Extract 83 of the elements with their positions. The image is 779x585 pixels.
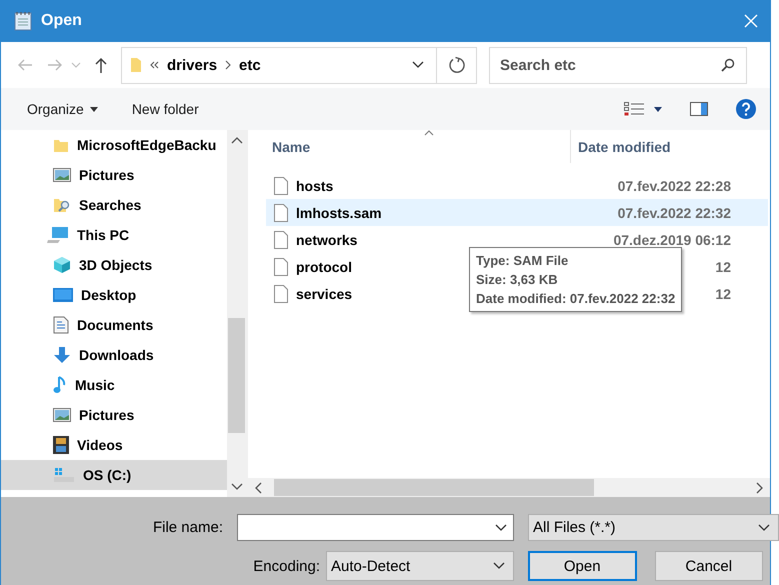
scroll-right-icon[interactable] [756,482,764,494]
picture-icon [53,408,71,422]
folder-search-icon [53,196,71,214]
search-field[interactable]: Search etc [489,46,747,84]
vertical-scrollbar[interactable] [227,130,246,497]
file-row[interactable]: lmhosts.sam 07.fev.2022 22:32 [266,199,768,226]
desktop-icon [53,288,73,302]
up-arrow-icon[interactable] [95,57,107,73]
preview-pane-icon[interactable] [690,102,708,116]
sidebar-item[interactable]: This PC [1,220,227,250]
file-icon [274,230,288,248]
file-icon [274,204,288,222]
picture-icon [53,168,71,182]
dialog-button[interactable]: Open [528,551,636,581]
sidebar-item[interactable]: Documents [1,310,227,340]
window-title: Open [41,12,83,30]
file-name: protocol [296,258,352,274]
date-cell: 07.fev.2022 22:28 [618,178,731,194]
date-cell: 07.dez.2019 06:12 [613,232,731,248]
file-name-field[interactable] [237,514,514,541]
refresh-icon [448,56,466,74]
cube-icon [53,256,71,274]
scroll-up-icon[interactable] [230,136,242,144]
file-name: networks [296,232,358,248]
double-chevron-icon [150,61,159,69]
file-icon [274,284,288,302]
breadcrumb[interactable]: etc [239,56,261,74]
film-icon [53,436,69,454]
column-header[interactable]: Date modified [570,130,671,163]
file-name: hosts [296,178,334,194]
sidebar-item[interactable]: Downloads [1,340,227,370]
music-note-icon [53,376,67,394]
caret-icon[interactable] [654,106,662,112]
sidebar-item[interactable]: Videos [1,430,227,460]
folder-icon [130,57,142,73]
scroll-down-icon[interactable] [230,483,242,491]
chevron-right-icon [225,60,232,70]
tooltip-line: Type: SAM File [476,252,570,270]
date-cell: 07.fev.2022 22:32 [618,204,731,220]
close-icon[interactable] [744,14,758,28]
file-icon [274,258,288,276]
sidebar-item[interactable]: 3D Objects [1,250,227,280]
sidebar-item[interactable]: Pictures [1,160,227,190]
computer-icon [47,226,69,244]
help-icon[interactable] [736,99,756,119]
notepad-icon [13,11,33,31]
caret-icon [90,106,98,112]
column-header[interactable]: Name [248,138,570,154]
file-type-dropdown[interactable]: All Files (*.*) [528,514,779,541]
file-icon [274,176,288,194]
breadcrumb[interactable]: drivers [167,56,218,74]
sort-caret-icon [424,130,434,136]
tooltip-line: Size: 3,63 KB [476,271,559,289]
dropdown-icon [493,562,505,570]
scroll-left-icon[interactable] [254,482,262,494]
encoding-label: Encoding: [253,558,320,574]
tooltip-line: Date modified: 07.fev.2022 22:32 [476,290,676,308]
dropdown-icon [495,524,507,532]
view-list-icon[interactable] [624,102,644,116]
date-cell: 12 [715,258,731,274]
sidebar-item[interactable]: OS (C:) [1,460,227,490]
address-dropdown-icon [412,61,424,69]
file-name: lmhosts.sam [296,204,382,220]
sidebar-item[interactable]: MicrosoftEdgeBacku [1,130,227,160]
dropdown-icon [758,524,770,532]
sidebar-item[interactable]: Desktop [1,280,227,310]
sidebar-item[interactable]: Music [1,370,227,400]
search-icon [721,58,735,72]
date-cell: 12 [715,286,731,302]
file-name-label: File name: [152,519,223,536]
document-icon [53,316,69,334]
organize-button[interactable]: Organize [17,97,108,121]
new-folder-button[interactable]: New folder [122,97,209,121]
drive-icon [53,467,75,483]
dialog-button[interactable]: Cancel [654,551,763,581]
encoding-dropdown[interactable]: Auto-Detect [326,551,514,581]
sidebar-item[interactable]: Searches [1,190,227,220]
file-name: services [296,286,352,302]
download-arrow-icon [53,346,71,364]
sidebar-item[interactable]: Pictures [1,400,227,430]
address-bar[interactable]: drivers etc [121,46,477,84]
horizontal-scrollbar[interactable] [248,478,770,497]
folder-icon [53,137,69,153]
